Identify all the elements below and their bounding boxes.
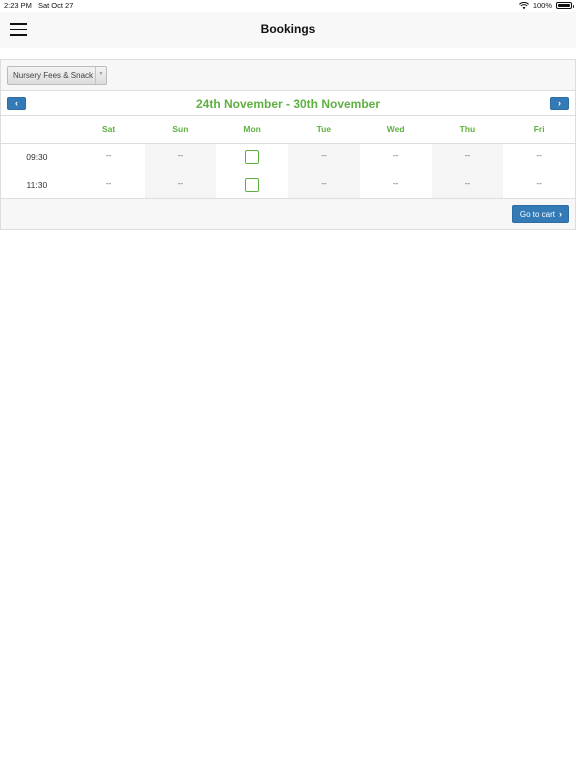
slot-cell-sun: -- — [144, 143, 217, 171]
time-column-header — [1, 116, 73, 144]
week-navigator: ‹ 24th November - 30th November › — [1, 91, 575, 116]
slot-time: 09:30 — [1, 143, 73, 171]
day-header-fri: Fri — [503, 116, 575, 144]
day-header-sun: Sun — [144, 116, 217, 144]
battery-icon — [556, 2, 574, 9]
wifi-icon — [518, 1, 529, 9]
slot-unavailable: -- — [105, 150, 112, 160]
slot-unavailable: -- — [177, 150, 184, 160]
slot-unavailable: -- — [536, 150, 542, 160]
day-header-mon: Mon — [216, 116, 288, 144]
slot-unavailable: -- — [464, 150, 471, 160]
slot-unavailable: -- — [321, 150, 327, 160]
chevron-right-icon: › — [558, 98, 561, 108]
day-header-tue: Tue — [288, 116, 360, 144]
slot-unavailable: -- — [177, 178, 184, 188]
slot-cell-tue: -- — [288, 143, 360, 171]
slot-unavailable: -- — [464, 178, 471, 188]
slot-checkbox-mon-1130[interactable] — [245, 178, 260, 192]
slot-unavailable: -- — [105, 178, 112, 188]
slot-cell-sun: -- — [144, 171, 217, 199]
slot-cell-sat: -- — [72, 143, 145, 171]
panel-footer: Go to cart › — [1, 198, 575, 229]
slot-cell-thu: -- — [431, 171, 504, 199]
status-left: 2:23 PM Sat Oct 27 — [4, 1, 73, 10]
booking-schedule-table: Sat Sun Mon Tue Wed Thu Fri 09:30 -- -- … — [1, 116, 575, 199]
status-date: Sat Oct 27 — [37, 1, 74, 10]
slot-checkbox-mon-0930[interactable] — [245, 150, 260, 165]
slot-cell-mon — [216, 171, 288, 199]
status-bar: 2:23 PM Sat Oct 27 100% — [0, 0, 576, 12]
slot-time: 11:30 — [1, 171, 73, 199]
slot-unavailable: -- — [536, 178, 542, 188]
page-title: Bookings — [260, 22, 316, 36]
booking-panel: Nursery Fees & Snack ▼ ‹ 24th November -… — [0, 59, 576, 230]
slot-cell-wed: -- — [359, 143, 432, 171]
slot-cell-thu: -- — [431, 143, 504, 171]
slot-unavailable: -- — [392, 178, 399, 188]
go-to-cart-label: Go to cart — [519, 209, 555, 219]
service-select-value: Nursery Fees & Snack — [13, 71, 94, 80]
caret-down-icon: ▼ — [95, 67, 106, 84]
slot-cell-fri: -- — [503, 171, 575, 199]
week-range-title: 24th November - 30th November — [195, 97, 381, 111]
table-row: 09:30 -- -- -- -- -- -- — [1, 143, 575, 171]
service-select[interactable]: Nursery Fees & Snack ▼ — [7, 66, 107, 85]
slot-cell-tue: -- — [288, 171, 360, 199]
slot-cell-sat: -- — [72, 171, 145, 199]
day-header-thu: Thu — [431, 116, 504, 144]
status-time: 2:23 PM — [4, 1, 32, 10]
battery-fill — [558, 4, 570, 7]
slot-cell-mon — [216, 143, 288, 171]
table-row: 11:30 -- -- -- -- -- -- — [1, 171, 575, 199]
battery-percent: 100% — [532, 1, 552, 10]
slot-cell-fri: -- — [503, 143, 575, 171]
slot-unavailable: -- — [392, 150, 399, 160]
day-header-sat: Sat — [72, 116, 145, 144]
go-to-cart-button[interactable]: Go to cart › — [511, 205, 569, 223]
status-right: 100% — [518, 1, 574, 10]
day-header-wed: Wed — [359, 116, 432, 144]
chevron-right-icon: › — [559, 209, 562, 219]
next-week-button[interactable]: › — [550, 97, 569, 110]
slot-cell-wed: -- — [359, 171, 432, 199]
schedule-header-row: Sat Sun Mon Tue Wed Thu Fri — [1, 116, 575, 144]
slot-unavailable: -- — [321, 178, 327, 188]
service-select-row: Nursery Fees & Snack ▼ — [1, 60, 575, 91]
nav-bar: Bookings — [0, 12, 576, 48]
